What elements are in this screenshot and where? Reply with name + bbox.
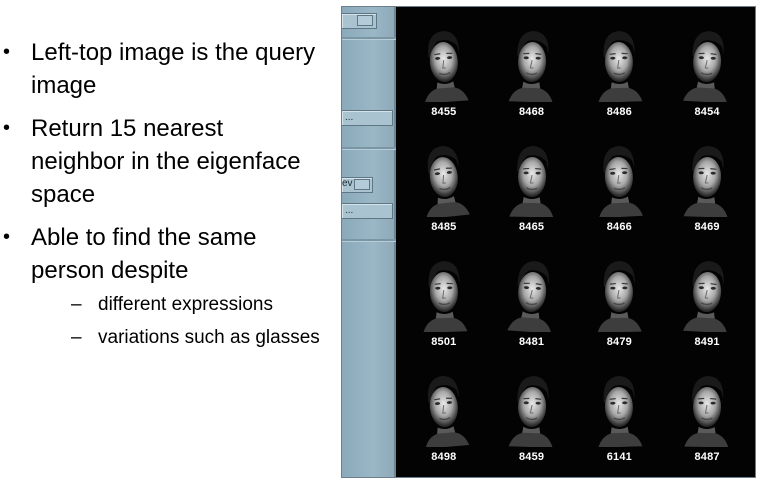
face-thumbnail-image — [506, 26, 558, 102]
face-result[interactable]: 8485 — [400, 128, 488, 243]
control-strip: ... ev ... — [342, 7, 396, 477]
face-thumbnail-image — [506, 141, 558, 217]
bullet-marker: • — [3, 226, 11, 248]
bullet-text: Left-top image is the query image — [31, 39, 316, 99]
face-result[interactable]: 8469 — [663, 128, 751, 243]
face-thumbnail-image — [681, 26, 733, 102]
face-id-label: 8501 — [431, 336, 457, 348]
face-id-label: 8481 — [518, 336, 545, 348]
face-thumbnail-image — [681, 141, 733, 217]
divider — [342, 147, 396, 150]
sub-bullet-text: different expressions — [98, 294, 273, 315]
result-grid: 8455 8468 8486 8454 8485 8465 8466 8469 8501 8481… — [396, 7, 755, 477]
dropdown-label: ev — [342, 178, 353, 189]
face-thumbnail-image — [593, 141, 645, 217]
face-result[interactable]: 8481 — [488, 243, 576, 358]
face-id-label: 8468 — [518, 106, 545, 118]
bullet-marker: • — [3, 41, 11, 63]
text-field[interactable]: ... — [342, 110, 393, 126]
face-result[interactable]: 8486 — [576, 13, 664, 128]
face-thumbnail-image — [593, 256, 645, 332]
bullet-list: • Left-top image is the query image • Re… — [0, 36, 320, 361]
sub-bullet-text: variations such as glasses — [98, 327, 320, 348]
dropdown-arrow-icon — [357, 15, 373, 26]
bullet-item: • Able to find the same person despite –… — [0, 221, 320, 351]
face-thumbnail-image — [593, 371, 645, 447]
sub-bullet-list: – different expressions – variations suc… — [31, 291, 320, 351]
text-field-label: ... — [345, 205, 354, 216]
sub-bullet-marker: – — [71, 327, 82, 348]
face-thumbnail-image — [593, 26, 645, 102]
divider — [342, 239, 396, 242]
face-result[interactable]: 8487 — [663, 358, 751, 473]
face-id-label: 8498 — [431, 451, 457, 463]
face-result[interactable]: 8491 — [663, 243, 751, 358]
face-id-label: 8469 — [694, 221, 720, 233]
slide: • Left-top image is the query image • Re… — [0, 0, 760, 480]
face-result[interactable]: 8468 — [488, 13, 576, 128]
text-field[interactable]: ... — [342, 203, 393, 219]
face-id-label: 8455 — [431, 106, 457, 118]
face-search-screenshot: ... ev ... 8455 8468 8486 8454 8485 8465 8466 8… — [341, 6, 756, 478]
face-id-label: 6141 — [606, 451, 633, 463]
bullet-text: Return 15 nearest neighbor in the eigenf… — [31, 115, 301, 208]
dropdown-arrow-icon — [354, 179, 370, 190]
sub-bullet-item: – different expressions — [31, 291, 320, 318]
face-result[interactable]: 8498 — [400, 358, 488, 473]
face-id-label: 8491 — [694, 336, 720, 348]
bullet-item: • Return 15 nearest neighbor in the eige… — [0, 112, 320, 211]
bullet-marker: • — [3, 117, 11, 139]
face-id-label: 8465 — [518, 221, 545, 233]
face-id-label: 8459 — [518, 451, 545, 463]
face-thumbnail-image — [681, 256, 733, 332]
face-result[interactable]: 8465 — [488, 128, 576, 243]
face-thumbnail-image — [418, 371, 470, 447]
sub-bullet-marker: – — [71, 294, 82, 315]
face-id-label: 8487 — [694, 451, 720, 463]
sub-bullet-item: – variations such as glasses — [31, 324, 320, 351]
bullet-text: Able to find the same person despite — [31, 224, 257, 284]
face-result[interactable]: 6141 — [576, 358, 664, 473]
face-result[interactable]: 8466 — [576, 128, 664, 243]
text-field-label: ... — [345, 112, 354, 123]
face-thumbnail-image — [681, 371, 733, 447]
face-id-label: 8466 — [606, 221, 633, 233]
face-id-label: 8486 — [606, 106, 633, 118]
face-id-label: 8454 — [694, 106, 720, 118]
face-result[interactable]: 8501 — [400, 243, 488, 358]
face-result[interactable]: 8479 — [576, 243, 664, 358]
dropdown-button[interactable]: ev — [342, 177, 373, 193]
face-result[interactable]: 8459 — [488, 358, 576, 473]
face-result[interactable]: 8454 — [663, 13, 751, 128]
face-thumbnail-image — [506, 371, 558, 447]
face-id-label: 8485 — [431, 221, 457, 233]
bullet-item: • Left-top image is the query image — [0, 36, 320, 102]
dropdown-button[interactable] — [342, 13, 377, 29]
face-thumbnail-image — [418, 141, 470, 217]
face-id-label: 8479 — [606, 336, 633, 348]
face-thumbnail-image — [418, 26, 470, 102]
face-thumbnail-image — [506, 256, 558, 332]
divider — [342, 37, 396, 40]
face-thumbnail-image — [418, 256, 470, 332]
face-result[interactable]: 8455 — [400, 13, 488, 128]
